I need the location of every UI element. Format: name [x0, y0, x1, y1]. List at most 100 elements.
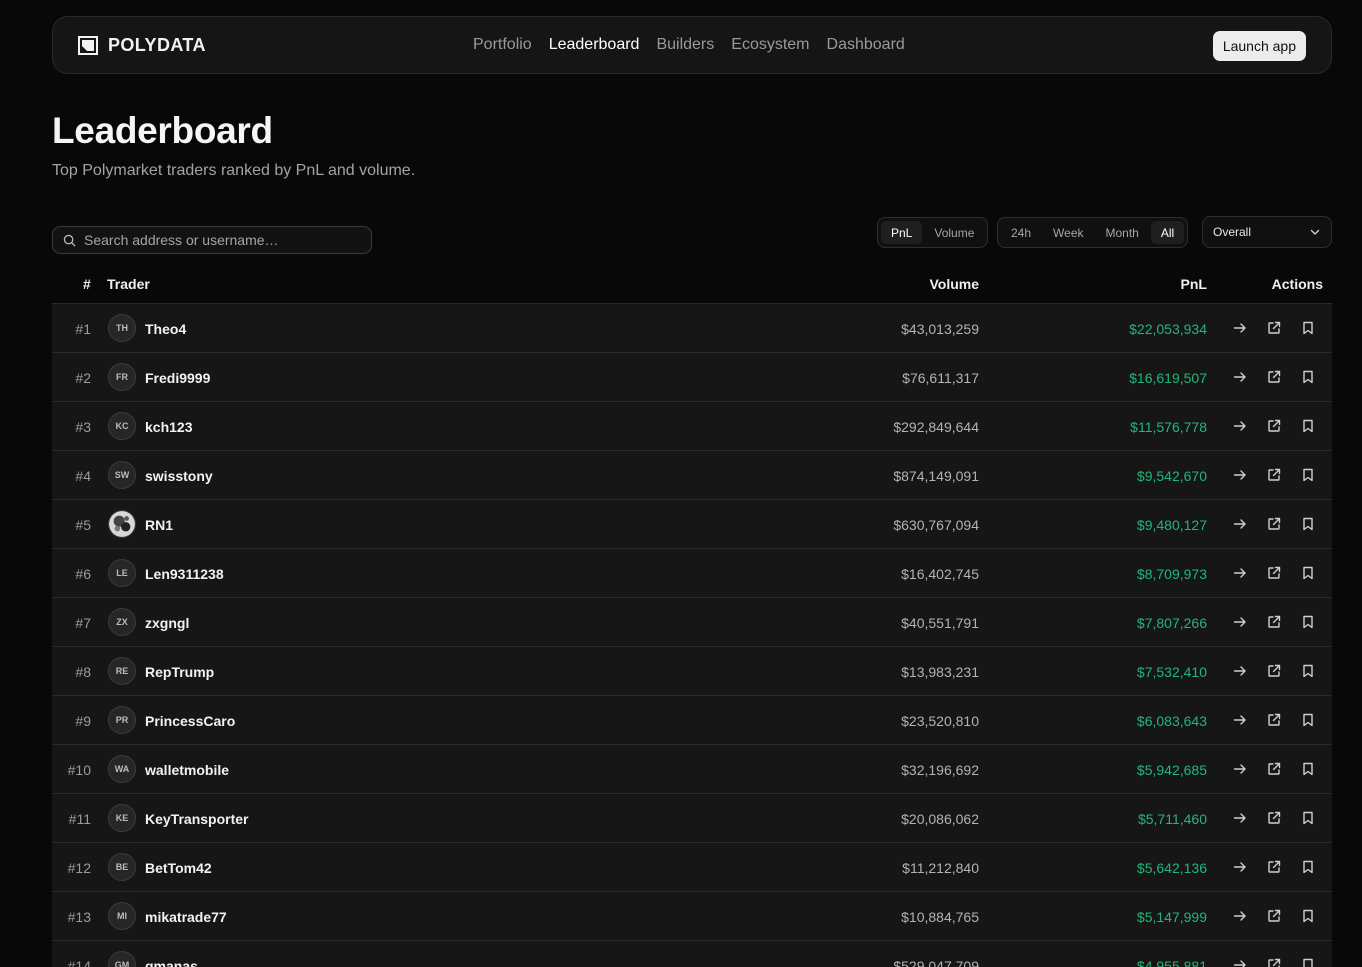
brand-logo[interactable]: POLYDATA [78, 35, 206, 56]
trader-name[interactable]: mikatrade77 [145, 909, 227, 925]
launch-app-button[interactable]: Launch app [1212, 31, 1306, 61]
avatar[interactable]: ZX [108, 608, 136, 636]
table-row[interactable]: #3 KC kch123 $292,849,644 $11,576,778 [52, 402, 1332, 451]
avatar[interactable]: TH [108, 314, 136, 342]
period-option-all[interactable]: All [1150, 221, 1185, 244]
avatar[interactable]: SW [108, 461, 136, 489]
trader-name[interactable]: Len9311238 [145, 566, 224, 582]
bookmark-icon[interactable] [1300, 320, 1316, 336]
table-row[interactable]: #2 FR Fredi9999 $76,611,317 $16,619,507 [52, 353, 1332, 402]
trader-name[interactable]: KeyTransporter [145, 811, 248, 827]
arrow-right-icon[interactable] [1232, 614, 1248, 630]
bookmark-icon[interactable] [1300, 957, 1316, 967]
avatar[interactable]: RE [108, 657, 136, 685]
table-row[interactable]: #4 SW swisstony $874,149,091 $9,542,670 [52, 451, 1332, 500]
arrow-right-icon[interactable] [1232, 418, 1248, 434]
nav-link-builders[interactable]: Builders [656, 36, 714, 54]
bookmark-icon[interactable] [1300, 516, 1316, 532]
bookmark-icon[interactable] [1300, 810, 1316, 826]
arrow-right-icon[interactable] [1232, 320, 1248, 336]
table-row[interactable]: #5 RN1 $630,767,094 $9,480,127 [52, 500, 1332, 549]
avatar[interactable]: LE [108, 559, 136, 587]
bookmark-icon[interactable] [1300, 712, 1316, 728]
trader-name[interactable]: RepTrump [145, 664, 214, 680]
bookmark-icon[interactable] [1300, 614, 1316, 630]
arrow-right-icon[interactable] [1232, 859, 1248, 875]
bookmark-icon[interactable] [1300, 467, 1316, 483]
period-option-month[interactable]: Month [1096, 221, 1149, 244]
sort-option-volume[interactable]: Volume [924, 221, 984, 244]
external-link-icon[interactable] [1266, 418, 1282, 434]
external-link-icon[interactable] [1266, 516, 1282, 532]
external-link-icon[interactable] [1266, 859, 1282, 875]
bookmark-icon[interactable] [1300, 369, 1316, 385]
trader-name[interactable]: swisstony [145, 468, 213, 484]
trader-name[interactable]: RN1 [145, 517, 173, 533]
trader-name[interactable]: zxgngl [145, 615, 189, 631]
column-header-volume[interactable]: Volume [929, 276, 979, 292]
external-link-icon[interactable] [1266, 908, 1282, 924]
trader-name[interactable]: gmanas [145, 958, 198, 967]
table-row[interactable]: #11 KE KeyTransporter $20,086,062 $5,711,460 [52, 794, 1332, 843]
bookmark-icon[interactable] [1300, 663, 1316, 679]
arrow-right-icon[interactable] [1232, 908, 1248, 924]
arrow-right-icon[interactable] [1232, 467, 1248, 483]
nav-link-dashboard[interactable]: Dashboard [827, 36, 905, 54]
external-link-icon[interactable] [1266, 467, 1282, 483]
avatar[interactable]: KC [108, 412, 136, 440]
avatar[interactable]: BE [108, 853, 136, 881]
avatar[interactable]: PR [108, 706, 136, 734]
bookmark-icon[interactable] [1300, 565, 1316, 581]
search-input[interactable] [84, 232, 354, 248]
table-row[interactable]: #8 RE RepTrump $13,983,231 $7,532,410 [52, 647, 1332, 696]
avatar[interactable]: FR [108, 363, 136, 391]
external-link-icon[interactable] [1266, 957, 1282, 967]
column-header-pnl[interactable]: PnL [1181, 276, 1207, 292]
avatar[interactable]: GM [108, 951, 136, 967]
avatar[interactable] [108, 510, 136, 538]
external-link-icon[interactable] [1266, 614, 1282, 630]
external-link-icon[interactable] [1266, 565, 1282, 581]
period-option-week[interactable]: Week [1043, 221, 1093, 244]
arrow-right-icon[interactable] [1232, 761, 1248, 777]
bookmark-icon[interactable] [1300, 859, 1316, 875]
trader-name[interactable]: Fredi9999 [145, 370, 210, 386]
external-link-icon[interactable] [1266, 663, 1282, 679]
table-row[interactable]: #10 WA walletmobile $32,196,692 $5,942,685 [52, 745, 1332, 794]
trader-name[interactable]: PrincessCaro [145, 713, 235, 729]
avatar[interactable]: MI [108, 902, 136, 930]
nav-link-portfolio[interactable]: Portfolio [473, 36, 532, 54]
table-row[interactable]: #13 MI mikatrade77 $10,884,765 $5,147,999 [52, 892, 1332, 941]
column-header-trader[interactable]: Trader [107, 276, 150, 292]
arrow-right-icon[interactable] [1232, 516, 1248, 532]
nav-link-leaderboard[interactable]: Leaderboard [549, 36, 640, 54]
sort-option-pnl[interactable]: PnL [881, 221, 923, 244]
avatar[interactable]: WA [108, 755, 136, 783]
table-row[interactable]: #6 LE Len9311238 $16,402,745 $8,709,973 [52, 549, 1332, 598]
trader-name[interactable]: Theo4 [145, 321, 186, 337]
search-box[interactable] [52, 226, 372, 254]
category-select[interactable]: Overall [1202, 216, 1332, 248]
arrow-right-icon[interactable] [1232, 957, 1248, 967]
external-link-icon[interactable] [1266, 712, 1282, 728]
trader-name[interactable]: BetTom42 [145, 860, 212, 876]
table-row[interactable]: #14 GM gmanas $529,047,709 $4,955,881 [52, 941, 1332, 967]
external-link-icon[interactable] [1266, 761, 1282, 777]
table-row[interactable]: #12 BE BetTom42 $11,212,840 $5,642,136 [52, 843, 1332, 892]
arrow-right-icon[interactable] [1232, 663, 1248, 679]
nav-link-ecosystem[interactable]: Ecosystem [731, 36, 809, 54]
table-row[interactable]: #7 ZX zxgngl $40,551,791 $7,807,266 [52, 598, 1332, 647]
external-link-icon[interactable] [1266, 810, 1282, 826]
period-option-24h[interactable]: 24h [1001, 221, 1041, 244]
table-row[interactable]: #1 TH Theo4 $43,013,259 $22,053,934 [52, 304, 1332, 353]
external-link-icon[interactable] [1266, 369, 1282, 385]
arrow-right-icon[interactable] [1232, 712, 1248, 728]
bookmark-icon[interactable] [1300, 761, 1316, 777]
arrow-right-icon[interactable] [1232, 565, 1248, 581]
arrow-right-icon[interactable] [1232, 369, 1248, 385]
trader-name[interactable]: walletmobile [145, 762, 229, 778]
external-link-icon[interactable] [1266, 320, 1282, 336]
bookmark-icon[interactable] [1300, 418, 1316, 434]
bookmark-icon[interactable] [1300, 908, 1316, 924]
table-row[interactable]: #9 PR PrincessCaro $23,520,810 $6,083,643 [52, 696, 1332, 745]
